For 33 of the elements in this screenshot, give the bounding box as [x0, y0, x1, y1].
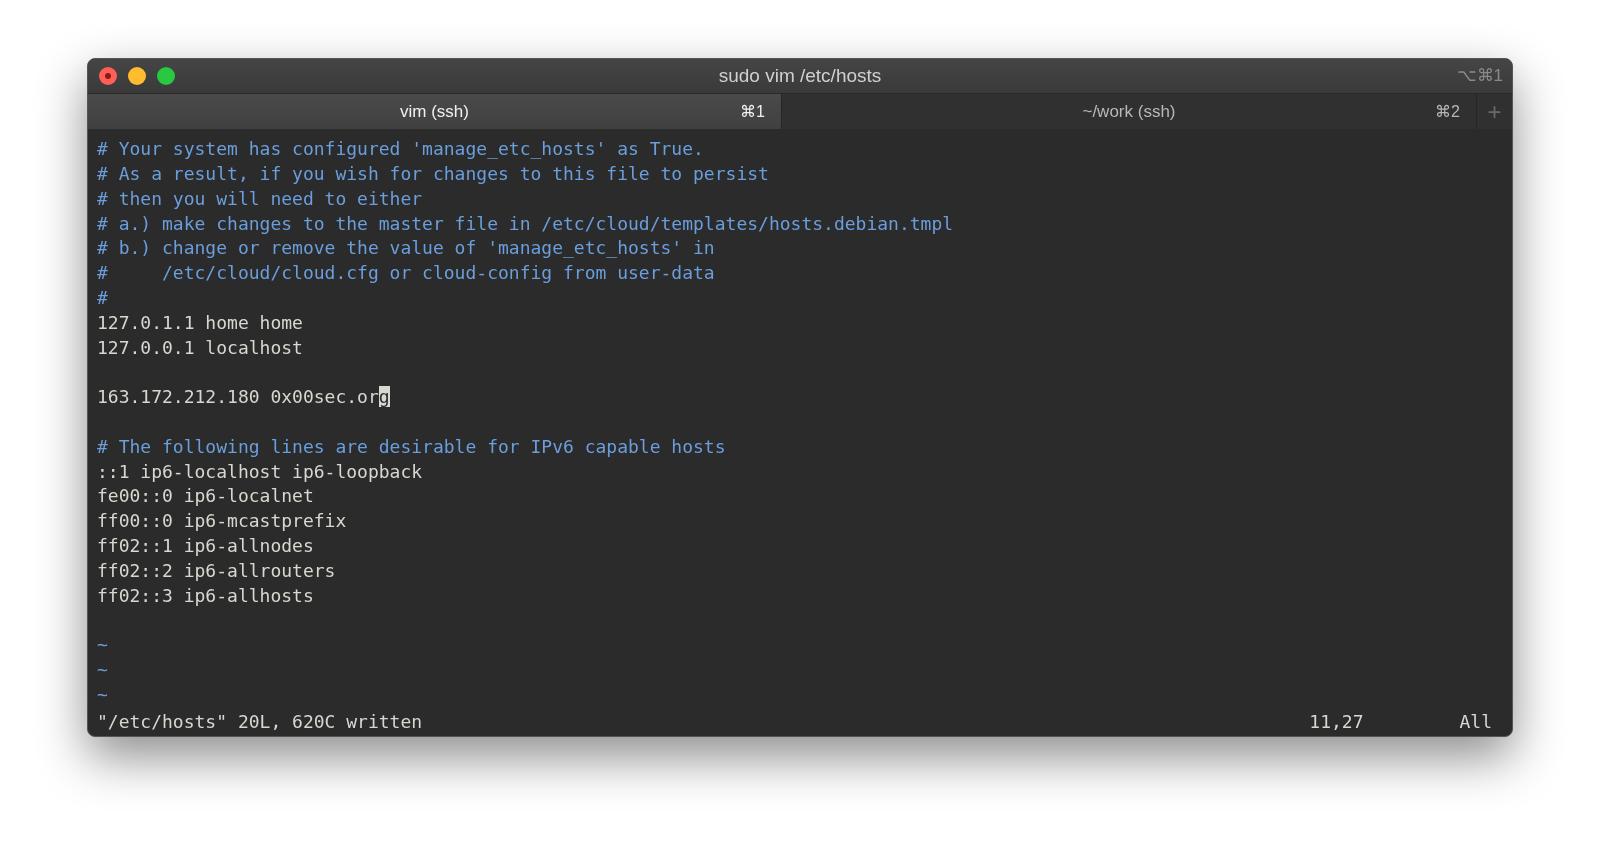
code-comment: # [97, 286, 108, 308]
empty-line-marker: ~ [97, 658, 108, 680]
code-comment: # Your system has configured 'manage_etc_hosts' as True. [97, 138, 704, 160]
code-line: fe00::0 ip6-localnet [97, 485, 314, 507]
code-comment: # As a result, if you wish for changes to this file to persist [97, 163, 769, 184]
scroll-position: All [1459, 710, 1492, 735]
window-title: sudo vim /etc/hosts [718, 63, 882, 88]
minimize-button[interactable] [128, 67, 146, 86]
code-line: ff02::3 ip6-allhosts [97, 584, 314, 606]
close-button[interactable] [99, 67, 117, 86]
empty-line-marker: ~ [97, 683, 108, 705]
code-line: ff02::1 ip6-allnodes [97, 534, 314, 556]
code-line: ff02::2 ip6-allrouters [97, 559, 336, 581]
zoom-button[interactable] [157, 67, 175, 86]
empty-line-marker: ~ [97, 634, 108, 656]
code-comment: # a.) make changes to the master file in /etc/cloud/templates/hosts.debian.tmpl [97, 212, 954, 234]
code-line: 127.0.1.1 home home [97, 311, 303, 333]
code-comment: # /etc/cloud/cloud.cfg or cloud-config from user-data [97, 262, 715, 284]
status-message: "/etc/hosts" 20L, 620C written [97, 710, 423, 735]
code-comment: # b.) change or remove the value of 'manage_etc_hosts' in [97, 237, 715, 259]
tab[interactable]: ~/work (ssh) ⌘2 [782, 94, 1477, 130]
code-comment: # then you will need to either [97, 187, 423, 209]
window-shortcut: ⌥⌘1 [1456, 65, 1503, 88]
code-line: 127.0.0.1 localhost [97, 336, 303, 358]
cursor-position: 11,27 [1309, 710, 1364, 735]
tab[interactable]: vim (ssh) ⌘1 [88, 94, 782, 130]
tab-shortcut: ⌘1 [740, 101, 765, 122]
code-line: ff00::0 ip6-mcastprefix [97, 510, 347, 532]
text-cursor: g [378, 386, 390, 408]
code-comment: # The following lines are desirable for IPv6 capable hosts [97, 435, 726, 457]
code-line: ::1 ip6-localhost ip6-loopback [97, 460, 423, 482]
tab-shortcut: ⌘2 [1435, 101, 1460, 122]
code-line: 163.172.212.180 0x00sec.org [97, 386, 390, 408]
